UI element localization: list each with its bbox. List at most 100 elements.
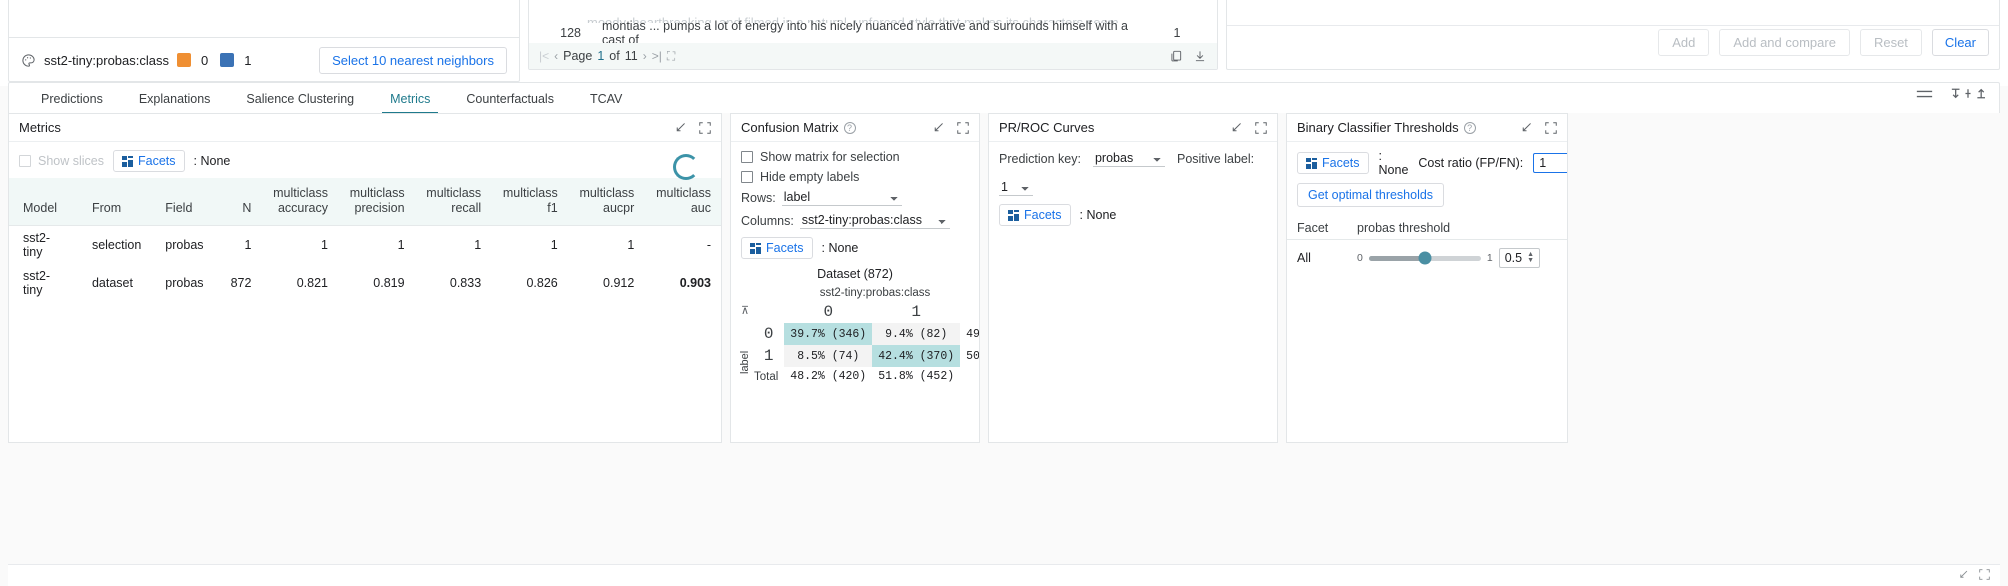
- table-row[interactable]: sst2-tiny dataset probas 872 0.821 0.819…: [9, 264, 721, 302]
- col-multiclass-precision[interactable]: multiclassprecision: [338, 178, 415, 225]
- tab-tcav[interactable]: TCAV: [572, 92, 640, 113]
- pagination-bar: |< ‹ Page 1 of 11 › >| ⛶: [529, 43, 1217, 69]
- threshold-slider[interactable]: [1369, 256, 1481, 261]
- minimize-icon[interactable]: [1230, 121, 1243, 134]
- show-matrix-label: Show matrix for selection: [760, 150, 900, 164]
- page-word: Page: [563, 49, 592, 63]
- first-page-icon[interactable]: |<: [539, 49, 549, 63]
- panel-header-icons: [932, 121, 969, 134]
- reset-view-icon[interactable]: ⛶: [667, 49, 675, 64]
- stepper-arrows-icon[interactable]: ▲▼: [1527, 252, 1534, 264]
- rows-select[interactable]: label: [782, 189, 902, 206]
- columns-select[interactable]: sst2-tiny:probas:class: [800, 212, 950, 229]
- table-row[interactable]: sst2-tiny selection probas 1 1 1 1 1 1 -: [9, 225, 721, 264]
- add-button[interactable]: Add: [1658, 29, 1709, 56]
- slice-editor-module: Add Add and compare Reset Clear: [1226, 0, 2000, 70]
- matrix-row: 0 39.7% (346) 9.4% (82) 49: [753, 323, 980, 345]
- col-multiclass-accuracy[interactable]: multiclassaccuracy: [261, 178, 338, 225]
- col-multiclass-aucpr[interactable]: multiclassaucpr: [568, 178, 645, 225]
- show-slices-control[interactable]: Show slices: [19, 154, 104, 168]
- matrix-col-total-0: 48.2% (420): [784, 367, 872, 386]
- confusion-toolbar-2: Hide empty labels: [731, 164, 979, 186]
- cell-f1: 0.826: [491, 264, 568, 302]
- tab-explanations[interactable]: Explanations: [121, 92, 229, 113]
- facets-label: Facets: [1024, 208, 1062, 222]
- reset-button[interactable]: Reset: [1860, 29, 1922, 56]
- confusion-toolbar: Show matrix for selection: [731, 142, 979, 164]
- minimize-icon[interactable]: [674, 121, 687, 134]
- facets-label: Facets: [1322, 156, 1360, 170]
- next-page-icon[interactable]: ›: [643, 49, 647, 63]
- expand-layout-icon[interactable]: [1951, 87, 1985, 100]
- loading-spinner: [673, 154, 699, 180]
- col-multiclass-recall[interactable]: multiclassrecall: [415, 178, 492, 225]
- copy-icon[interactable]: [1169, 49, 1183, 63]
- legend-swatch-1: [220, 53, 234, 67]
- menu-icon[interactable]: [1916, 88, 1933, 100]
- prev-page-icon[interactable]: ‹: [554, 49, 558, 63]
- show-slices-checkbox[interactable]: [19, 155, 31, 167]
- tab-counterfactuals[interactable]: Counterfactuals: [448, 92, 572, 113]
- get-optimal-thresholds-button[interactable]: Get optimal thresholds: [1297, 183, 1444, 207]
- maximize-icon[interactable]: [957, 122, 969, 134]
- slider-knob[interactable]: [1418, 252, 1431, 265]
- show-matrix-checkbox[interactable]: [741, 151, 753, 163]
- last-page-icon[interactable]: >|: [652, 49, 662, 63]
- tab-salience-clustering[interactable]: Salience Clustering: [228, 92, 372, 113]
- cell-threshold: 0 1 0.5 ▲▼: [1347, 240, 1567, 277]
- maximize-icon[interactable]: [699, 122, 711, 134]
- minimize-icon[interactable]: [932, 121, 945, 134]
- matrix-cell-1-1[interactable]: 42.4% (370): [872, 345, 960, 367]
- facets-icon: [1306, 158, 1317, 169]
- collapse-icon[interactable]: [1958, 569, 1969, 580]
- threshold-facets-button[interactable]: Facets: [1297, 152, 1369, 174]
- matrix-table: 0 1 0 39.7% (346) 9.4% (82) 49 1 8: [753, 301, 980, 386]
- matrix-cell-0-0[interactable]: 39.7% (346): [784, 323, 872, 345]
- sort-icon[interactable]: ⊼: [739, 304, 751, 318]
- clear-button[interactable]: Clear: [1932, 29, 1989, 56]
- metrics-panel: Metrics Show slices: [8, 113, 722, 443]
- tab-metrics[interactable]: Metrics: [372, 92, 448, 113]
- matrix-column-group-header: sst2-tiny:probas:class: [779, 287, 971, 299]
- facets-icon: [750, 243, 761, 254]
- help-icon[interactable]: ?: [844, 122, 856, 134]
- col-multiclass-auc[interactable]: multiclassauc: [644, 178, 721, 225]
- maximize-icon[interactable]: [1545, 122, 1557, 134]
- matrix-row-total-0: 49: [960, 323, 980, 345]
- cell-field: probas: [151, 225, 214, 264]
- col-from[interactable]: From: [78, 178, 151, 225]
- col-n[interactable]: N: [215, 178, 262, 225]
- lit-metrics-screen: sst2-tiny:probas:class 0 1 Select 10 nea…: [0, 0, 2008, 586]
- matrix-caption: Dataset (872): [739, 267, 971, 281]
- matrix-col-total-1: 51.8% (452): [872, 367, 960, 386]
- threshold-header-row: Facet probas threshold: [1287, 217, 1567, 240]
- prroc-facets-button[interactable]: Facets: [999, 204, 1071, 226]
- help-icon[interactable]: ?: [1464, 122, 1476, 134]
- col-field[interactable]: Field: [151, 178, 214, 225]
- cell-model: sst2-tiny: [9, 225, 78, 264]
- threshold-stepper[interactable]: 0.5 ▲▼: [1499, 248, 1540, 268]
- tab-predictions[interactable]: Predictions: [23, 92, 121, 113]
- matrix-axis-col: ⊼ label: [739, 301, 751, 386]
- confusion-facets-button[interactable]: Facets: [741, 237, 813, 259]
- col-multiclass-f1[interactable]: multiclassf1: [491, 178, 568, 225]
- hide-empty-labels-control[interactable]: Hide empty labels: [741, 170, 859, 184]
- legend-swatch-0: [177, 53, 191, 67]
- row-index: 128: [539, 26, 597, 40]
- expand-icon[interactable]: [1979, 569, 1990, 580]
- col-model[interactable]: Model: [9, 178, 78, 225]
- metrics-facets-button[interactable]: Facets: [113, 150, 185, 172]
- hide-empty-labels-checkbox[interactable]: [741, 171, 753, 183]
- matrix-cell-1-0[interactable]: 8.5% (74): [784, 345, 872, 367]
- download-icon[interactable]: [1193, 49, 1207, 63]
- minimize-icon[interactable]: [1520, 121, 1533, 134]
- positive-label-select[interactable]: 1: [999, 179, 1033, 196]
- prediction-key-select[interactable]: probas: [1093, 150, 1165, 167]
- matrix-row: 1 8.5% (74) 42.4% (370) 50: [753, 345, 980, 367]
- maximize-icon[interactable]: [1255, 122, 1267, 134]
- add-and-compare-button[interactable]: Add and compare: [1719, 29, 1850, 56]
- cost-ratio-input[interactable]: [1533, 153, 1568, 173]
- matrix-cell-0-1[interactable]: 9.4% (82): [872, 323, 960, 345]
- show-matrix-for-selection-control[interactable]: Show matrix for selection: [741, 150, 900, 164]
- select-nearest-neighbors-button[interactable]: Select 10 nearest neighbors: [319, 47, 507, 74]
